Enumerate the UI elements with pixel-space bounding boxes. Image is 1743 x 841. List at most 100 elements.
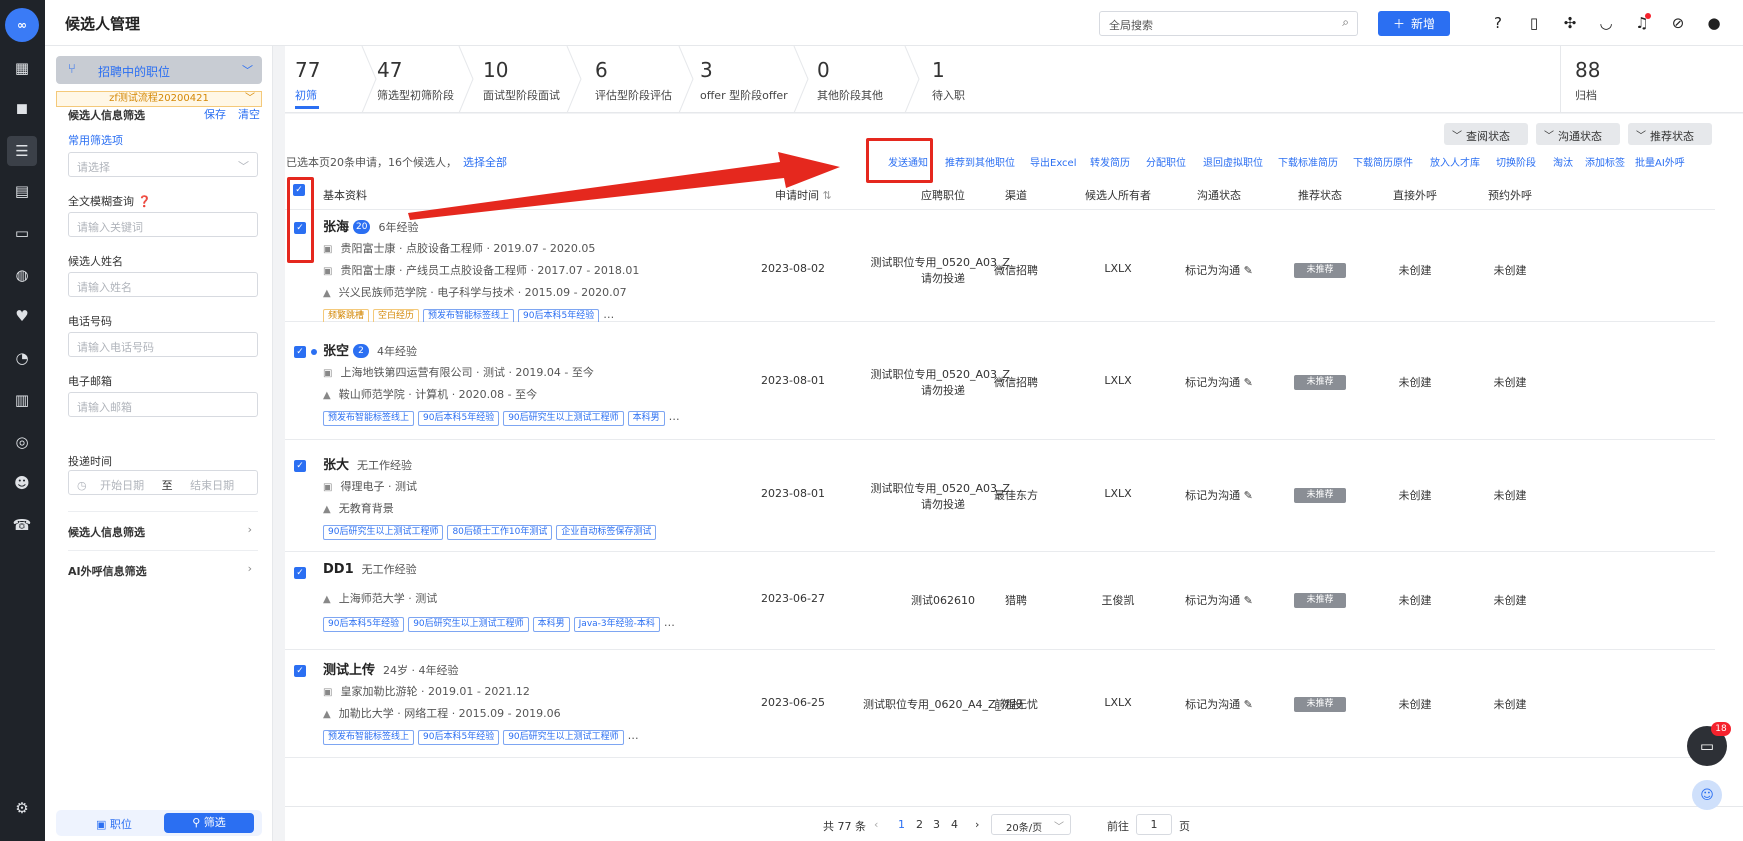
pagination: 共 77 条 ‹ 1 2 3 4 › 20条/页 ﹀ 前往 1 页 [285, 806, 1743, 841]
dashboard-icon[interactable]: ▦ [7, 53, 37, 83]
table-row[interactable]: ✓ 张海 20 6年经验 ▣ 贵阳富士康 · 点胶设备工程师 · 2019.07 - … [285, 210, 1715, 324]
page-2[interactable]: 2 [916, 818, 923, 831]
row-checkbox[interactable]: ✓ [294, 346, 306, 358]
settings-icon[interactable]: ⚙ [7, 793, 37, 823]
next-page-icon[interactable]: › [975, 818, 979, 831]
page-4[interactable]: 4 [951, 818, 958, 831]
table-row[interactable]: ✓ 张大 无工作经验 ▣ 得理电子 · 测试 ▲ 无教育背景 90后研究生以上测试工程… [285, 440, 1715, 552]
calendar-icon[interactable]: ▤ [7, 176, 37, 206]
help-icon[interactable]: ? [1487, 12, 1509, 34]
work-line: 贵阳富士康 · 产线员工点胶设备工程师 · 2017.07 - 2018.01 [340, 264, 640, 277]
prev-page-icon[interactable]: ‹ [874, 818, 878, 831]
global-search-input[interactable]: 全局搜索 ⌕ [1099, 11, 1358, 36]
notification-dot [1645, 13, 1651, 19]
mark-comm-link[interactable]: 标记为沟通 ✎ [1175, 487, 1263, 503]
mark-comm-link[interactable]: 标记为沟通 ✎ [1175, 262, 1263, 278]
graduation-cap-icon: ▲ [323, 390, 331, 401]
page-3[interactable]: 3 [933, 818, 940, 831]
mark-comm-link[interactable]: 标记为沟通 ✎ [1175, 696, 1263, 712]
more-tags[interactable]: … [603, 308, 614, 321]
headset-icon[interactable]: ◡ [1595, 12, 1617, 34]
rec-status-badge: 未推荐 [1294, 488, 1346, 503]
graduation-cap-icon: ▲ [323, 504, 331, 515]
rec-status-badge: 未推荐 [1294, 593, 1346, 608]
page-1[interactable]: 1 [898, 818, 905, 831]
robot-assistant-icon[interactable]: ☺ [1692, 780, 1722, 810]
puzzle-icon[interactable]: ✣ [1559, 12, 1581, 34]
resume-icon[interactable]: ☰ [7, 136, 37, 166]
chat-icon: ▭ [1699, 737, 1715, 755]
search-icon[interactable]: ⌕ [1342, 15, 1349, 30]
chevron-right-icon: › [247, 562, 252, 575]
table-row[interactable]: ✓ 张空 2 4年经验 ▣ 上海地铁第四运营有限公司 · 测试 · 2019.04 -… [285, 322, 1715, 440]
table-row[interactable]: ✓ DD1 无工作经验 ▲ 上海师范大学 · 测试 90后本科5年经验 90后研究生以… [285, 552, 1715, 650]
common-filter-select[interactable]: 请选择 ﹀ [68, 152, 258, 177]
chevron-down-icon: ﹀ [242, 64, 253, 77]
row-checkbox[interactable]: ✓ [294, 665, 306, 677]
ai-call-section[interactable]: AI外呼信息筛选 › [68, 550, 258, 588]
phone-input[interactable]: 请输入电话号码 [68, 332, 258, 357]
table-row[interactable]: ✓ 测试上传 24岁 · 4年经验 ▣ 皇家加勒比游轮 · 2019.01 - 20… [285, 650, 1715, 758]
experience: 4年经验 [377, 345, 418, 358]
compass-icon[interactable]: ◎ [7, 427, 37, 457]
link-icon[interactable]: ⊘ [1667, 12, 1689, 34]
stage-tab-3[interactable]: 6 评估型阶段评估 [585, 46, 685, 113]
clear-filter-button[interactable]: 清空 [238, 106, 260, 122]
page-title: 候选人管理 [65, 15, 141, 33]
candidate-name[interactable]: 测试上传 [323, 663, 375, 678]
help-icon[interactable]: ❓ [134, 195, 151, 208]
common-filters-label[interactable]: 常用筛选项 [68, 132, 123, 148]
wechat-icon[interactable]: ◍ [7, 260, 37, 290]
row-checkbox[interactable]: ✓ [294, 460, 306, 472]
bell-icon[interactable]: ♫ [1631, 12, 1653, 34]
phone-icon[interactable]: ☎ [7, 510, 37, 540]
date-range-input[interactable]: ◷ 开始日期 至 结束日期 [68, 470, 258, 495]
nav-rail: ∞ ▦ ◼ ☰ ▤ ▭ ◍ ♥ ◔ ▥ ◎ ☻ ☎ ⚙ [0, 0, 45, 841]
unread-dot [311, 349, 317, 355]
stage-tab-6[interactable]: 1 待入职 [922, 46, 1022, 113]
stage-tab-4[interactable]: 3 offer 型阶段offer [690, 46, 790, 113]
tab-filter[interactable]: ⚲ 筛选 [164, 813, 254, 833]
candidate-name[interactable]: DD1 [323, 562, 354, 577]
candidate-name[interactable]: 张大 [323, 458, 349, 473]
fulltext-input[interactable]: 请输入关键词 [68, 212, 258, 237]
document-icon[interactable]: ▯ [1523, 12, 1545, 34]
add-button[interactable]: ＋ 新增 [1378, 11, 1450, 36]
stage-tab-5[interactable]: 0 其他阶段其他 [807, 46, 907, 113]
tag: 90后本科5年经验 [323, 617, 405, 632]
mark-comm-link[interactable]: 标记为沟通 ✎ [1175, 374, 1263, 390]
candidate-name[interactable]: 张空 [323, 344, 349, 359]
user-icon[interactable]: ● [1703, 12, 1725, 34]
stage-tab-0[interactable]: 77 初筛 [285, 46, 360, 113]
stage-tab-2[interactable]: 10 面试型阶段面试 [473, 46, 573, 113]
save-filter-button[interactable]: 保存 [204, 106, 226, 122]
email-input[interactable]: 请输入邮箱 [68, 392, 258, 417]
direct-call-status: 未创建 [1398, 489, 1432, 502]
id-card-icon[interactable]: ▭ [7, 218, 37, 248]
flow-tag[interactable]: zf测试流程20200421 ﹀ [56, 91, 262, 107]
page-size-select[interactable]: 20条/页 ﹀ [991, 814, 1071, 835]
tag-list: 预发布智能标签线上 90后本科5年经验 90后研究生以上测试工程师… [323, 729, 639, 745]
stage-tab-1[interactable]: 47 筛选型初筛阶段 [367, 46, 467, 113]
briefcase-icon[interactable]: ◼ [7, 93, 37, 123]
candidate-info-section[interactable]: 候选人信息筛选 › [68, 511, 258, 549]
mark-comm-link[interactable]: 标记为沟通 ✎ [1175, 592, 1263, 608]
job-selector[interactable]: ⑂ 招聘中的职位 ﹀ [56, 56, 262, 84]
candidate-name[interactable]: 张海 [323, 220, 349, 235]
row-checkbox[interactable]: ✓ [294, 567, 306, 579]
pie-chart-icon[interactable]: ◔ [7, 343, 37, 373]
apply-date: 2023-08-01 [761, 487, 825, 500]
more-tags[interactable]: … [669, 410, 680, 423]
page-unit: 页 [1179, 820, 1190, 833]
name-input[interactable]: 请输入姓名 [68, 272, 258, 297]
goto-page-input[interactable]: 1 [1136, 814, 1172, 835]
users-icon[interactable]: ☻ [7, 468, 37, 498]
stage-tab-archive[interactable]: 88 归档 [1565, 46, 1645, 113]
bar-chart-icon[interactable]: ▥ [7, 385, 37, 415]
app-logo[interactable]: ∞ [5, 8, 39, 42]
more-tags[interactable]: … [664, 616, 675, 629]
chat-button[interactable]: ▭ 18 [1687, 722, 1731, 766]
heart-icon[interactable]: ♥ [7, 301, 37, 331]
more-tags[interactable]: … [628, 729, 639, 742]
tab-job[interactable]: ▣ 职位 [96, 816, 132, 832]
